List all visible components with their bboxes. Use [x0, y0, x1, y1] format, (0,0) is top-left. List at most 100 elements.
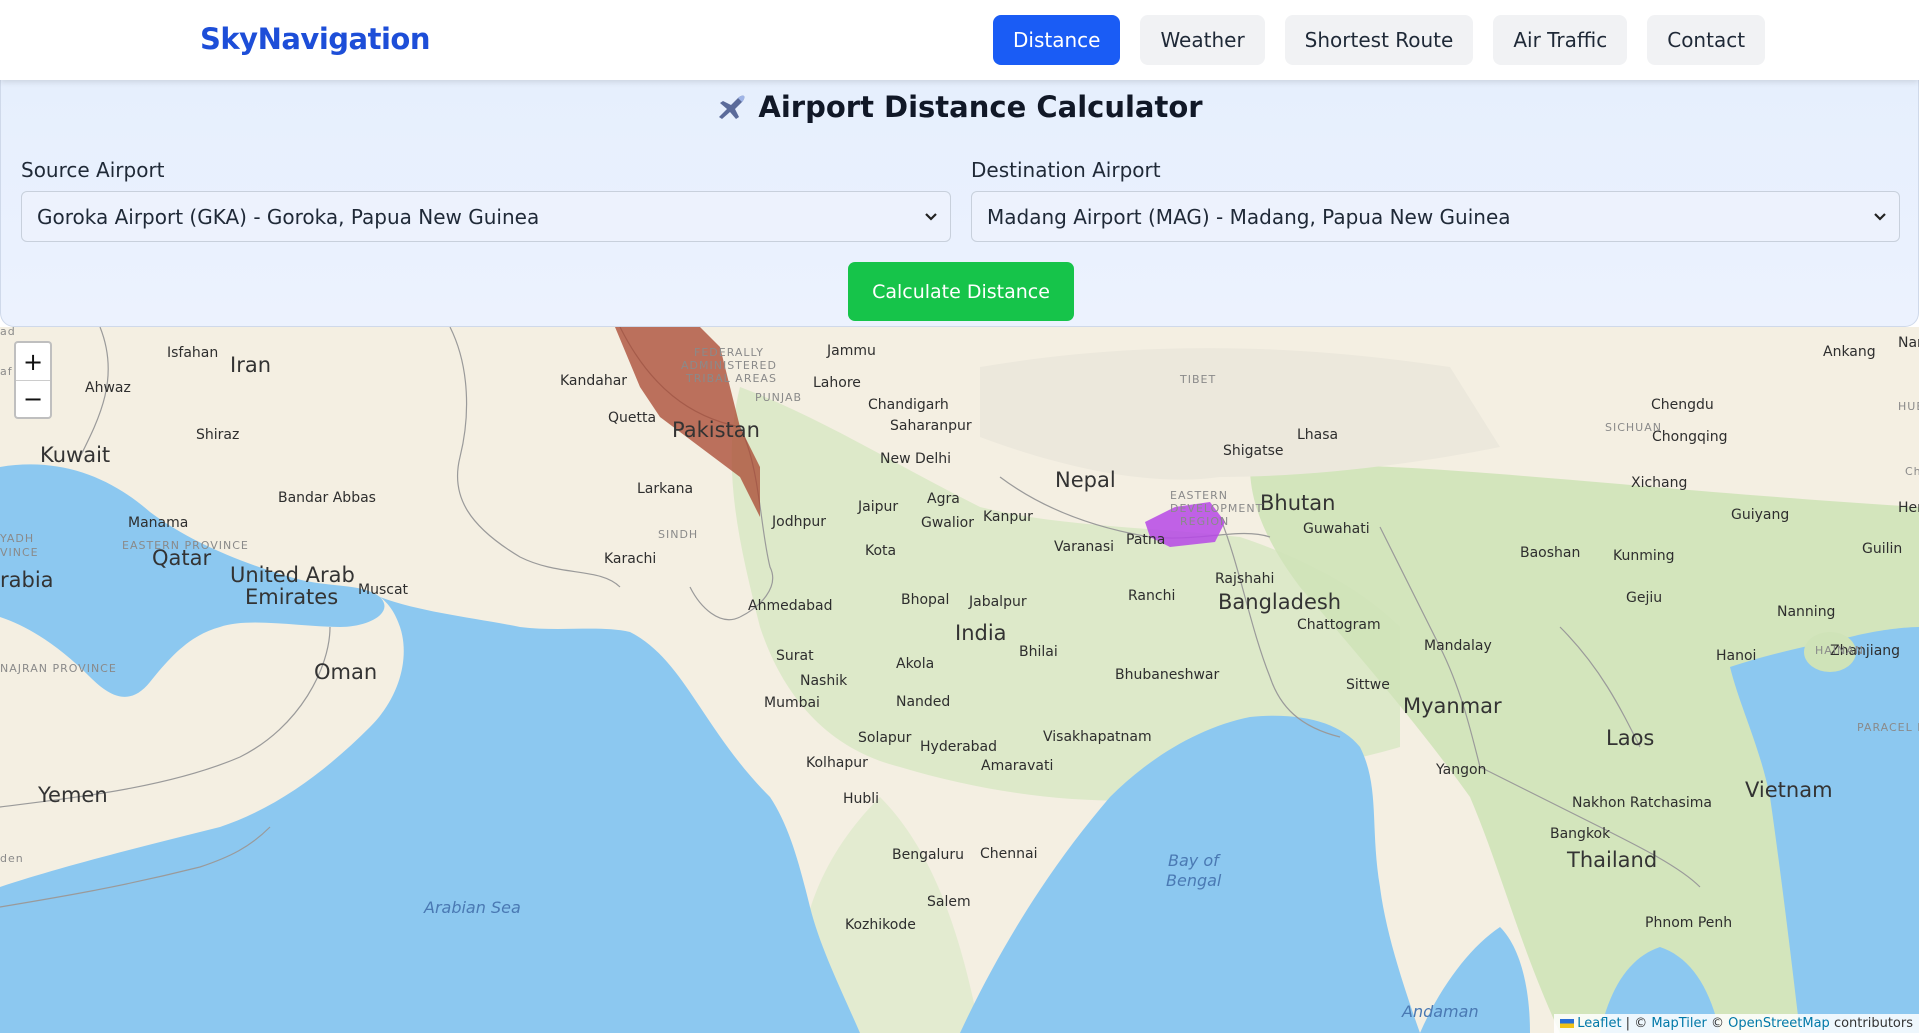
svg-text:Karachi: Karachi	[604, 551, 656, 567]
distance-calculator-panel: Airport Distance Calculator Source Airpo…	[0, 80, 1919, 327]
svg-text:Mandalay: Mandalay	[1424, 638, 1492, 654]
svg-text:Lhasa: Lhasa	[1297, 427, 1338, 443]
source-airport-select[interactable]: Goroka Airport (GKA) - Goroka, Papua New…	[21, 191, 951, 242]
svg-text:Iran: Iran	[230, 353, 271, 377]
svg-text:Bandar Abbas: Bandar Abbas	[278, 490, 376, 506]
svg-text:Pakistan: Pakistan	[672, 418, 760, 442]
svg-text:af: af	[0, 365, 13, 378]
svg-text:Shigatse: Shigatse	[1223, 443, 1284, 459]
svg-text:Jodhpur: Jodhpur	[771, 514, 826, 530]
svg-text:Manama: Manama	[128, 515, 188, 531]
svg-text:rabia: rabia	[0, 568, 54, 592]
svg-text:Shiraz: Shiraz	[196, 427, 239, 443]
svg-text:Jabalpur: Jabalpur	[968, 594, 1027, 610]
attribution-separator: | ©	[1621, 1016, 1652, 1031]
svg-text:Visakhapatnam: Visakhapatnam	[1043, 729, 1152, 745]
leaflet-link[interactable]: Leaflet	[1577, 1016, 1621, 1031]
svg-text:Bay of: Bay of	[1168, 851, 1221, 870]
svg-text:Oman: Oman	[314, 660, 377, 684]
svg-text:Kanpur: Kanpur	[983, 509, 1033, 525]
zoom-in-button[interactable]: +	[16, 343, 50, 380]
svg-text:Muscat: Muscat	[358, 582, 409, 598]
svg-text:SINDH: SINDH	[658, 528, 698, 541]
svg-text:Nakhon Ratchasima: Nakhon Ratchasima	[1572, 795, 1712, 811]
zoom-out-button[interactable]: −	[16, 380, 50, 417]
nav-link-shortest-route[interactable]: Shortest Route	[1284, 15, 1474, 65]
svg-text:YADH: YADH	[0, 532, 34, 545]
svg-text:Mumbai: Mumbai	[764, 695, 820, 711]
svg-text:VINCE: VINCE	[0, 546, 39, 559]
svg-text:Bengaluru: Bengaluru	[892, 847, 964, 863]
svg-text:Saharanpur: Saharanpur	[890, 418, 972, 434]
svg-text:Kuwait: Kuwait	[40, 443, 110, 467]
calculator-heading: Airport Distance Calculator	[1, 90, 1918, 128]
openstreetmap-link[interactable]: OpenStreetMap	[1728, 1016, 1830, 1031]
svg-text:Kolhapur: Kolhapur	[806, 755, 868, 771]
maptiler-link[interactable]: MapTiler	[1651, 1016, 1707, 1031]
svg-text:den: den	[0, 852, 24, 865]
svg-text:REGION: REGION	[1180, 515, 1229, 528]
svg-text:Solapur: Solapur	[858, 730, 912, 746]
svg-text:Jammu: Jammu	[826, 343, 876, 359]
svg-text:Arabian Sea: Arabian Sea	[423, 898, 521, 917]
svg-text:India: India	[955, 621, 1007, 645]
svg-text:Ch: Ch	[1905, 465, 1919, 478]
svg-text:Bangladesh: Bangladesh	[1218, 590, 1341, 614]
svg-text:Vietnam: Vietnam	[1745, 778, 1833, 802]
attribution-tail: contributors	[1829, 1016, 1913, 1031]
svg-text:Bhubaneshwar: Bhubaneshwar	[1115, 667, 1219, 683]
svg-text:Agra: Agra	[927, 491, 960, 507]
svg-text:EASTERN: EASTERN	[1170, 489, 1228, 502]
svg-text:Varanasi: Varanasi	[1054, 539, 1114, 555]
svg-text:Chennai: Chennai	[980, 846, 1037, 862]
svg-text:Andaman: Andaman	[1401, 1002, 1479, 1021]
svg-text:Gwalior: Gwalior	[921, 515, 974, 531]
svg-text:Bhutan: Bhutan	[1260, 491, 1335, 515]
svg-text:Quetta: Quetta	[608, 410, 656, 426]
svg-text:Salem: Salem	[927, 894, 971, 910]
svg-text:Rajshahi: Rajshahi	[1215, 571, 1274, 587]
svg-text:EASTERN PROVINCE: EASTERN PROVINCE	[122, 539, 249, 552]
svg-text:Ranchi: Ranchi	[1128, 588, 1175, 604]
svg-text:Nepal: Nepal	[1055, 468, 1116, 492]
chevron-down-icon	[925, 213, 937, 221]
nav-link-contact[interactable]: Contact	[1647, 15, 1766, 65]
source-airport-label: Source Airport	[21, 158, 165, 182]
calculate-distance-button[interactable]: Calculate Distance	[848, 262, 1074, 321]
map-view[interactable]: Iran Pakistan Nepal Bhutan Bangladesh In…	[0, 327, 1919, 1033]
svg-text:PARACEL ISLANDS: PARACEL ISLANDS	[1857, 721, 1919, 734]
svg-text:Emirates: Emirates	[245, 585, 338, 609]
brand-logo[interactable]: SkyNavigation	[200, 22, 430, 56]
svg-text:HAINAN: HAINAN	[1815, 644, 1864, 657]
navbar: SkyNavigation Distance Weather Shortest …	[0, 0, 1919, 80]
svg-text:Guiyang: Guiyang	[1731, 507, 1789, 523]
svg-text:Chongqing: Chongqing	[1652, 429, 1728, 445]
svg-text:Ahwaz: Ahwaz	[85, 380, 131, 396]
destination-airport-value: Madang Airport (MAG) - Madang, Papua New…	[987, 204, 1511, 229]
svg-text:Kozhikode: Kozhikode	[845, 917, 916, 933]
nav-link-weather[interactable]: Weather	[1140, 15, 1265, 65]
svg-text:United Arab: United Arab	[230, 563, 355, 587]
svg-text:Myanmar: Myanmar	[1403, 694, 1502, 718]
svg-text:Lahore: Lahore	[813, 375, 861, 391]
svg-text:Laos: Laos	[1606, 726, 1654, 750]
svg-text:Nashik: Nashik	[800, 673, 848, 689]
svg-text:Guilin: Guilin	[1862, 541, 1902, 557]
nav-link-air-traffic[interactable]: Air Traffic	[1493, 15, 1628, 65]
svg-text:Bengal: Bengal	[1166, 871, 1222, 890]
svg-text:Jaipur: Jaipur	[857, 499, 898, 515]
svg-text:Surat: Surat	[776, 648, 814, 664]
calculator-title: Airport Distance Calculator	[758, 90, 1203, 124]
zoom-control: + −	[14, 341, 52, 419]
svg-text:Nanded: Nanded	[896, 694, 950, 710]
svg-text:Kunming: Kunming	[1613, 548, 1675, 564]
svg-text:Larkana: Larkana	[637, 481, 693, 497]
svg-text:New Delhi: New Delhi	[880, 451, 951, 467]
destination-airport-label: Destination Airport	[971, 158, 1161, 182]
destination-airport-select[interactable]: Madang Airport (MAG) - Madang, Papua New…	[971, 191, 1900, 242]
svg-text:Hen: Hen	[1898, 500, 1919, 516]
svg-text:Amaravati: Amaravati	[981, 758, 1053, 774]
svg-text:Gejiu: Gejiu	[1626, 590, 1662, 606]
map-tiles: Iran Pakistan Nepal Bhutan Bangladesh In…	[0, 327, 1919, 1033]
nav-link-distance[interactable]: Distance	[993, 15, 1121, 65]
